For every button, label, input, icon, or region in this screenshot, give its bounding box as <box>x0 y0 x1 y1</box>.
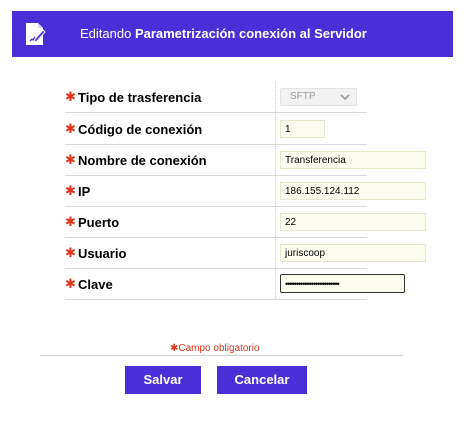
title-prefix: Editando <box>80 26 135 41</box>
connection-code-label: Código de conexión <box>78 122 203 137</box>
column-divider <box>275 206 276 237</box>
column-divider <box>275 268 276 299</box>
title-main: Parametrización conexión al Servidor <box>134 26 367 41</box>
required-mark: ✱ <box>65 276 76 291</box>
required-mark: ✱ <box>65 152 76 167</box>
column-divider <box>275 175 276 206</box>
transfer-type-label: Tipo de trasferencia <box>78 90 202 105</box>
form-row-ip: ✱ IP <box>65 175 426 207</box>
form-row-transfer-type: ✱ Tipo de trasferencia SFTP <box>65 81 367 113</box>
connection-name-label: Nombre de conexión <box>78 153 207 168</box>
connection-name-input[interactable] <box>280 151 426 169</box>
transfer-type-value: SFTP <box>290 91 316 102</box>
column-divider <box>275 144 276 175</box>
form-row-password: ✱ Clave <box>65 268 405 300</box>
cancel-button[interactable]: Cancelar <box>217 366 307 394</box>
required-mark: ✱ <box>65 214 76 229</box>
column-divider <box>275 81 276 112</box>
column-divider <box>275 113 276 144</box>
user-label: Usuario <box>78 246 127 261</box>
required-field-note: ✱Campo obligatorio <box>170 343 260 354</box>
column-divider <box>275 237 276 268</box>
password-input[interactable] <box>280 274 405 293</box>
form-row-port: ✱ Puerto <box>65 206 426 238</box>
save-button[interactable]: Salvar <box>125 366 201 394</box>
form-row-connection-code: ✱ Código de conexión <box>65 113 367 145</box>
form-row-user: ✱ Usuario <box>65 237 426 269</box>
edit-document-icon <box>26 23 46 45</box>
port-label: Puerto <box>78 215 120 230</box>
ip-input[interactable] <box>280 182 426 200</box>
form-row-connection-name: ✱ Nombre de conexión <box>65 144 426 176</box>
form-divider <box>40 355 403 356</box>
required-mark: ✱ <box>65 121 76 136</box>
chevron-down-icon <box>340 94 350 101</box>
required-mark: ✱ <box>65 245 76 260</box>
required-mark: ✱ <box>65 183 76 198</box>
user-input[interactable] <box>280 244 426 262</box>
password-label: Clave <box>78 277 113 292</box>
transfer-type-select[interactable]: SFTP <box>280 88 357 106</box>
port-input[interactable] <box>280 213 426 231</box>
connection-code-input[interactable] <box>280 120 325 138</box>
ip-label: IP <box>78 184 91 199</box>
page-title: Editando Parametrización conexión al Ser… <box>80 11 367 57</box>
page-header: Editando Parametrización conexión al Ser… <box>12 11 453 57</box>
required-mark: ✱ <box>65 89 76 104</box>
